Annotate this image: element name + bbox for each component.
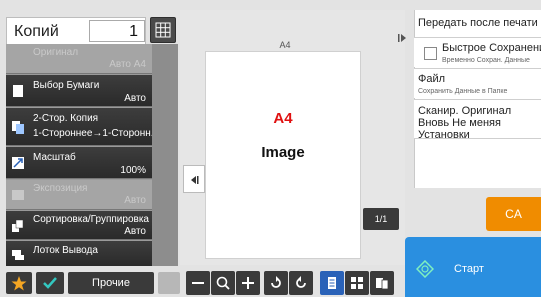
- rescan-item[interactable]: Сканир. Оригинал Вновь Не меняя Установк…: [414, 99, 541, 141]
- item-subtitle: Временно Сохран. Данные: [442, 57, 530, 64]
- function-value: Авто: [124, 93, 146, 104]
- plus-icon: [242, 277, 254, 289]
- function-title: Масштаб: [33, 152, 76, 163]
- checkmark-icon: [43, 277, 57, 289]
- item-subtitle: Сохранить Данные в Папке: [418, 88, 508, 95]
- function-scroll-bar[interactable]: [152, 44, 178, 266]
- other-button[interactable]: Прочие: [68, 272, 154, 294]
- multi-page-view-button[interactable]: [370, 271, 394, 295]
- function-duplex[interactable]: 2-Стор. Копия 1-Стороннee→1-Сторонн.: [6, 108, 154, 146]
- star-icon: [11, 276, 27, 291]
- rotate-right-icon: [296, 276, 306, 288]
- favorite-button[interactable]: [6, 272, 32, 294]
- single-page-view-button[interactable]: [320, 271, 344, 295]
- function-paper-select[interactable]: Выбор Бумаги Авто: [6, 75, 152, 107]
- item-title: Файл: [418, 73, 446, 85]
- page-view-icon: [328, 277, 336, 289]
- grid-icon: [351, 277, 363, 289]
- rotate-left-icon: [271, 276, 281, 288]
- function-output-tray[interactable]: Лоток Вывода: [6, 241, 152, 266]
- function-title: 2-Стор. Копия: [33, 113, 99, 124]
- scale-icon: [11, 156, 25, 170]
- keypad-icon: [155, 22, 171, 38]
- copies-count-field[interactable]: 1: [89, 20, 145, 42]
- quick-save-checkbox[interactable]: [424, 47, 437, 60]
- function-value: Авто: [124, 195, 146, 206]
- copies-box: Копий 1: [6, 17, 146, 45]
- confirm-button[interactable]: [36, 272, 64, 294]
- copies-label: Копий: [14, 23, 59, 40]
- function-scale[interactable]: Масштаб 100%: [6, 147, 152, 179]
- function-exposure[interactable]: Экспозиция Авто: [6, 180, 152, 210]
- right-panel-header: Передать после печати: [418, 17, 538, 29]
- function-original[interactable]: Оригинал Авто A4: [6, 44, 152, 74]
- paper-size-label: A4: [279, 40, 291, 50]
- function-title: Выбор Бумаги: [33, 80, 100, 91]
- clear-all-button[interactable]: CA: [486, 197, 541, 231]
- start-label: Старт: [454, 263, 484, 275]
- function-value: Авто A4: [109, 59, 146, 70]
- magnifier-icon: [216, 276, 230, 290]
- chevron-left-icon: [191, 176, 199, 184]
- collapse-left-button[interactable]: [183, 165, 205, 193]
- function-value: 1-Стороннee→1-Сторонн.: [33, 128, 154, 139]
- paper-image-text: Image: [261, 144, 305, 161]
- zoom-out-button[interactable]: [186, 271, 210, 295]
- multi-page-icon: [376, 278, 389, 290]
- file-item[interactable]: Файл Сохранить Данные в Папке: [414, 68, 541, 98]
- function-list: Оригинал Авто A4 Выбор Бумаги Авто 2-Сто…: [6, 44, 178, 266]
- paper-red-text: A4: [273, 110, 293, 127]
- function-title: Экспозиция: [33, 183, 88, 194]
- rotate-right-button[interactable]: [289, 271, 313, 295]
- exposure-icon: [11, 188, 25, 202]
- paper-icon: [11, 84, 25, 98]
- sort-icon: [11, 219, 25, 233]
- function-value: Авто: [124, 226, 146, 237]
- output-tray-icon: [11, 247, 25, 261]
- page-counter: 1/1: [363, 208, 399, 230]
- function-sort[interactable]: Сортировка/Группировка Авто: [6, 211, 152, 240]
- function-value: 100%: [120, 165, 146, 176]
- minus-icon: [192, 282, 204, 284]
- preview-paper: A4 Image: [205, 51, 361, 259]
- zoom-button[interactable]: [211, 271, 235, 295]
- duplex-icon: [11, 120, 25, 134]
- right-panel-toggle[interactable]: [392, 27, 412, 49]
- zoom-in-button[interactable]: [236, 271, 260, 295]
- function-title: Оригинал: [33, 47, 79, 58]
- item-title: Быстрое Сохранение: [442, 42, 541, 54]
- disabled-button: [158, 272, 180, 294]
- function-title: Сортировка/Группировка: [33, 214, 149, 225]
- chevron-right-icon: [398, 34, 406, 42]
- start-icon: [415, 259, 435, 279]
- thumbnail-view-button[interactable]: [345, 271, 369, 295]
- keypad-button[interactable]: [150, 17, 176, 43]
- function-title: Лоток Вывода: [33, 245, 98, 256]
- rotate-left-button[interactable]: [264, 271, 288, 295]
- item-title: Сканир. Оригинал Вновь Не меняя Установк…: [418, 105, 512, 141]
